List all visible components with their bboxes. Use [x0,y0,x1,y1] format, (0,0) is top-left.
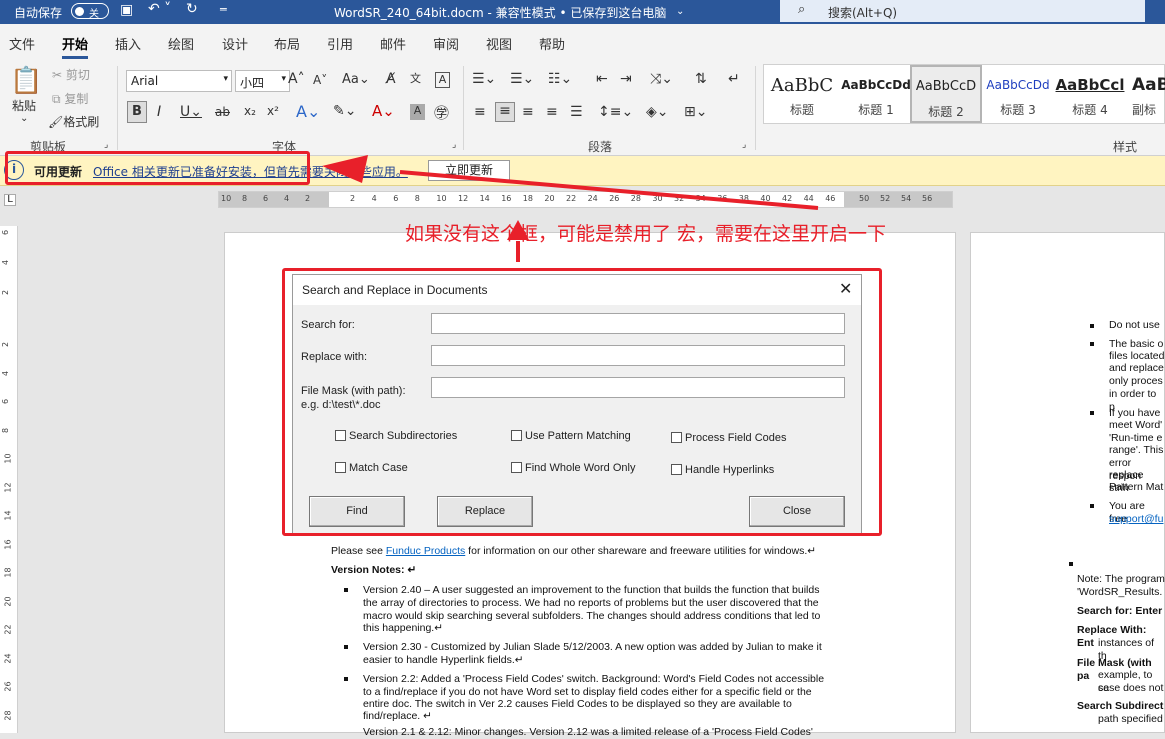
annotation-arrow-head [322,155,368,183]
annotation-arrows [322,155,819,262]
annotation-arrow-line [399,170,819,210]
annotation-arrow-head-2 [507,220,529,240]
